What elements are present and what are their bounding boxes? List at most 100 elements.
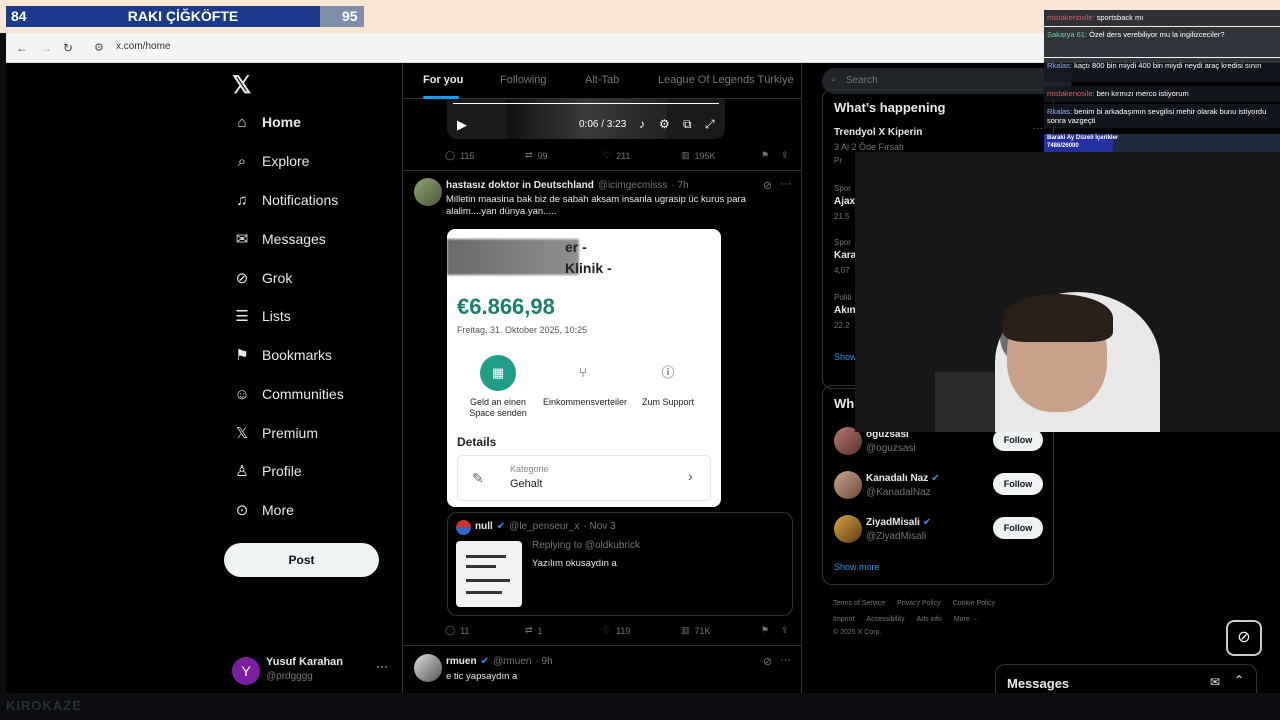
trend-title[interactable]: Ajax xyxy=(834,196,855,207)
video-player[interactable]: ▶ 0:06 / 3:23 ♪ ⚙ ⧉ ⤢ xyxy=(447,99,725,139)
bookmark-button[interactable]: ⚑ xyxy=(761,150,769,161)
footer-link[interactable]: Imprint xyxy=(833,616,854,623)
reply-icon: ◯ xyxy=(445,150,456,160)
avatar[interactable] xyxy=(834,471,862,499)
grok-floating-button[interactable]: ⊘ xyxy=(1226,620,1262,656)
nav-communities[interactable]: ☺ Communities xyxy=(234,379,344,409)
avatar[interactable] xyxy=(414,654,442,682)
footer-link[interactable]: Accessibility xyxy=(866,616,904,623)
reply-button[interactable]: ◯ 115 xyxy=(445,150,474,161)
stream-chat: mistakenosile: sportsback mı Sakarya 61:… xyxy=(1044,10,1280,152)
repost-button[interactable]: ⇄ 1 xyxy=(525,625,543,636)
new-message-icon[interactable]: ✉ xyxy=(1210,675,1220,689)
like-count: 211 xyxy=(616,150,631,161)
nav-bookmarks[interactable]: ⚑ Bookmarks xyxy=(234,340,332,370)
avatar[interactable]: Y xyxy=(232,657,260,685)
reply-button[interactable]: ◯ 11 xyxy=(445,625,469,636)
nav-notifications[interactable]: ♫ Notifications xyxy=(234,185,338,215)
follow-button[interactable]: Follow xyxy=(993,429,1043,451)
back-icon[interactable]: ← xyxy=(16,41,28,55)
footer-link[interactable]: Terms of Service xyxy=(833,600,885,607)
like-button[interactable]: ♡ 119 xyxy=(603,625,630,636)
account-name[interactable]: Yusuf Karahan xyxy=(266,656,343,668)
trend-title[interactable]: Kara xyxy=(834,250,856,261)
follow-button[interactable]: Follow xyxy=(993,517,1043,539)
bookmark-icon: ⚑ xyxy=(235,347,249,364)
nav-profile[interactable]: ♙ Profile xyxy=(234,456,301,486)
category-row: ✎ Kategorie Gehalt › xyxy=(457,455,711,501)
show-more-link[interactable]: Show more xyxy=(834,562,880,572)
views-button[interactable]: ▥ 71K xyxy=(681,625,711,636)
more-icon[interactable]: ··· xyxy=(1033,123,1043,134)
repost-button[interactable]: ⇄ 99 xyxy=(525,150,548,161)
nav-messages[interactable]: ✉ Messages xyxy=(234,224,326,254)
url-field[interactable]: x.com/home xyxy=(116,41,170,52)
avatar[interactable] xyxy=(834,515,862,543)
tab-lol-turkiye[interactable]: League Of Legends Türkiye xyxy=(658,74,794,86)
tab-alt-tab[interactable]: Alt-Tab xyxy=(585,74,619,86)
verified-icon: ✔ xyxy=(496,521,506,532)
timeline-tabs: For you Following Alt-Tab League Of Lege… xyxy=(403,63,801,99)
pip-icon[interactable]: ⧉ xyxy=(683,117,692,132)
chevron-right-icon: › xyxy=(688,468,693,484)
tweet-image[interactable]: er - Klinik - €6.866,98 Freitag, 31. Okt… xyxy=(447,229,721,507)
footer-link[interactable]: Cookie Policy xyxy=(953,600,995,607)
share-button[interactable]: ⇪ xyxy=(781,625,789,636)
tab-for-you[interactable]: For you xyxy=(423,74,463,86)
info-icon: ⓘ xyxy=(661,365,675,380)
repost-count: 1 xyxy=(537,625,543,636)
nav-lists[interactable]: ☰ Lists xyxy=(234,301,291,331)
tweet-author-handle[interactable]: @icimgecmisss xyxy=(598,180,668,191)
settings-icon[interactable]: ⚙ xyxy=(659,117,670,131)
account-more-icon[interactable]: ··· xyxy=(376,659,388,673)
bookmark-button[interactable]: ⚑ xyxy=(761,625,769,636)
chevron-up-icon[interactable]: ⌃ xyxy=(1234,673,1244,687)
tweet-text: e tic yapsaydın a xyxy=(446,671,518,682)
video-progress[interactable] xyxy=(453,103,719,104)
split-icon: ⑂ xyxy=(579,365,587,380)
tweet-author-name[interactable]: rmuen xyxy=(446,656,477,667)
follow-name[interactable]: Kanadalı Naz xyxy=(866,473,928,484)
nav-home[interactable]: ⌂ Home xyxy=(234,107,300,137)
tweet-time[interactable]: · 9h xyxy=(535,656,552,667)
like-button[interactable]: ♡ 211 xyxy=(603,150,630,161)
footer-link[interactable]: Ads info xyxy=(917,616,942,623)
trend-title[interactable]: Trendyol X Kiperin xyxy=(834,127,922,138)
x-logo-icon[interactable]: 𝕏 xyxy=(232,71,251,100)
footer-link[interactable]: Privacy Policy xyxy=(897,600,941,607)
trend-title[interactable]: Akın xyxy=(834,305,856,316)
fullscreen-icon[interactable]: ⤢ xyxy=(705,117,715,132)
tab-following[interactable]: Following xyxy=(500,74,546,86)
sub-goal-bar: Baraki Ay Düzeli İçerikler 7486/26000 xyxy=(1044,134,1280,152)
tweet-author-handle[interactable]: @rmuen xyxy=(493,656,532,667)
nav-label: Communities xyxy=(262,386,344,402)
volume-icon[interactable]: ♪ xyxy=(639,117,645,131)
site-info-icon[interactable]: ⚙ xyxy=(94,41,104,54)
nav-explore[interactable]: ⌕ Explore xyxy=(234,146,310,176)
tweet-author-name[interactable]: hastasız doktor in Deutschland xyxy=(446,180,594,191)
views-button[interactable]: ▥ 195K xyxy=(681,150,716,161)
nav-grok[interactable]: ⊘ Grok xyxy=(234,263,293,293)
grok-icon[interactable]: ⊘ xyxy=(763,655,772,668)
grok-icon: ⊘ xyxy=(1237,629,1251,646)
follow-name[interactable]: ZiyadMisali xyxy=(866,517,920,528)
score-left: 84 xyxy=(6,6,46,27)
nav-more[interactable]: ⊙ More xyxy=(234,495,294,525)
share-button[interactable]: ⇪ xyxy=(781,150,789,161)
tweet-time[interactable]: · 7h xyxy=(671,180,688,191)
avatar[interactable] xyxy=(414,178,442,206)
post-button[interactable]: Post xyxy=(224,543,379,577)
grok-icon[interactable]: ⊘ xyxy=(763,179,772,192)
repost-icon: ⇄ xyxy=(525,625,533,635)
nav-premium[interactable]: 𝕏 Premium xyxy=(234,418,318,448)
forward-icon[interactable]: → xyxy=(40,41,52,55)
follow-button[interactable]: Follow xyxy=(993,473,1043,495)
more-icon[interactable]: ··· xyxy=(780,654,791,666)
people-icon: ☺ xyxy=(234,385,250,403)
play-icon[interactable]: ▶ xyxy=(457,117,467,133)
footer-link[interactable]: More ··· xyxy=(954,616,979,623)
quoted-tweet[interactable]: null ✔ @le_penseur_x · Nov 3 Replying to… xyxy=(447,512,793,616)
more-icon[interactable]: ··· xyxy=(780,178,791,190)
reload-icon[interactable]: ↻ xyxy=(63,41,73,55)
show-more-link[interactable]: Show xyxy=(834,352,857,362)
